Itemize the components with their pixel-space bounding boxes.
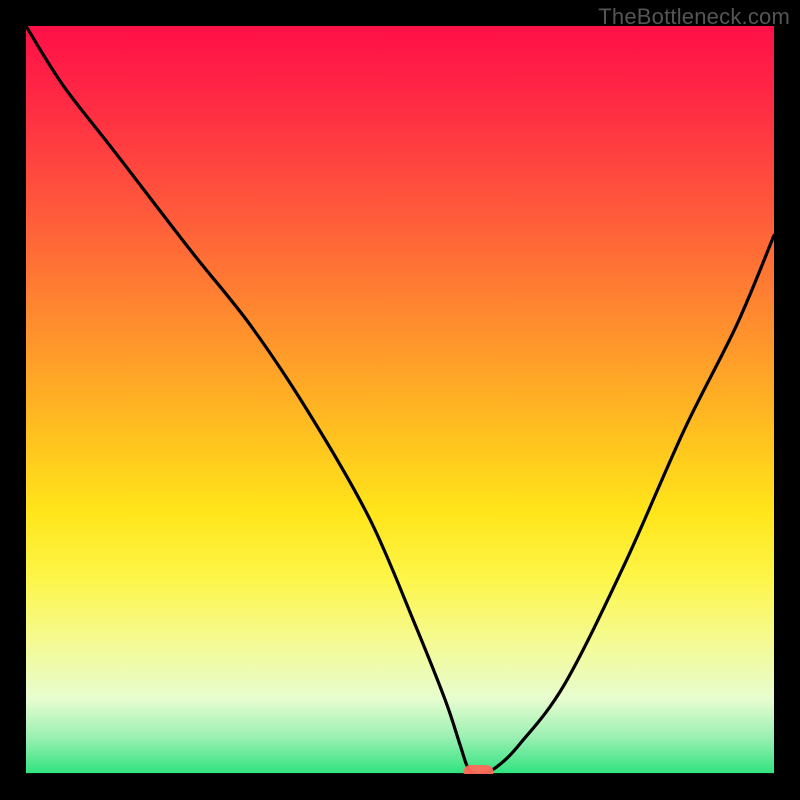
- chart-svg: [26, 26, 774, 774]
- chart-frame: TheBottleneck.com: [0, 0, 800, 800]
- bottleneck-curve: [26, 26, 774, 774]
- watermark-text: TheBottleneck.com: [598, 4, 790, 30]
- minimum-marker: [464, 765, 494, 774]
- plot-area: [26, 26, 774, 774]
